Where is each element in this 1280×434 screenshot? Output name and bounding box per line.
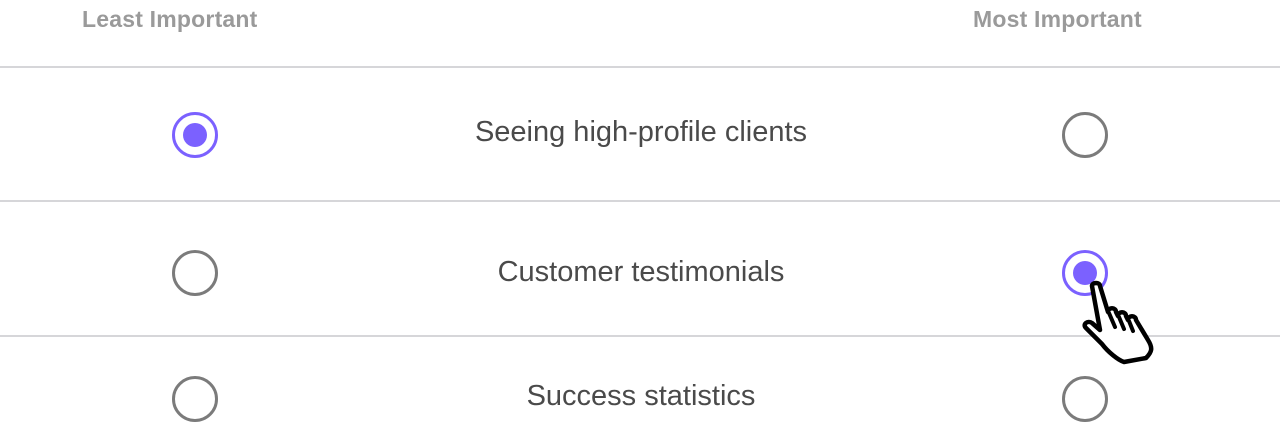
- most-important-header: Most Important: [973, 6, 1142, 32]
- least-important-header: Least Important: [82, 6, 258, 32]
- most-important-radio[interactable]: [1062, 376, 1108, 422]
- ranking-row: Seeing high-profile clients: [0, 68, 1280, 200]
- ranking-form: Least Important Most Important Seeing hi…: [0, 0, 1280, 434]
- most-important-radio[interactable]: [1062, 112, 1108, 158]
- hand-pointer-icon: [1082, 280, 1154, 365]
